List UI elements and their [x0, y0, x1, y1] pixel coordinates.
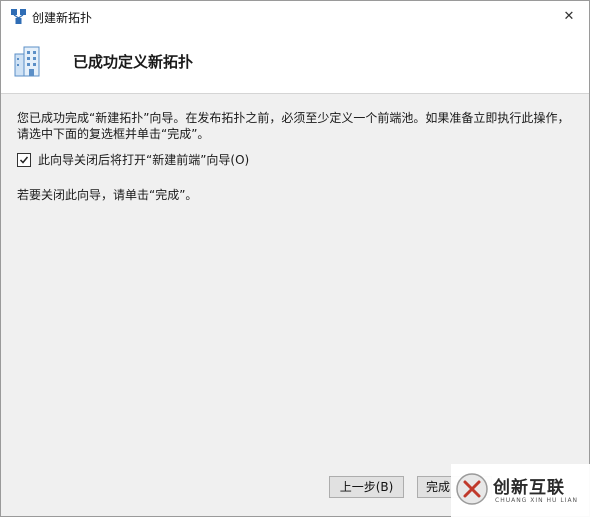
brand-subtitle: CHUANG XIN HU LIAN: [495, 497, 579, 504]
page-title: 已成功定义新拓扑: [73, 53, 194, 71]
brand-logo-icon: [456, 473, 488, 505]
watermark: 创新互联 CHUANG XIN HU LIAN: [451, 464, 590, 517]
checkbox-label: 此向导关闭后将打开“新建前端”向导(O): [38, 153, 250, 167]
wizard-window: 创建新拓扑 ✕ 已成功定义新拓扑 您已成功完成“新建拓扑”向导。在发布拓扑之前，…: [0, 0, 590, 517]
brand-name: 创新互联: [493, 478, 565, 498]
back-button[interactable]: 上一步(B): [329, 476, 404, 498]
building-icon: [14, 46, 40, 77]
description-text: 您已成功完成“新建拓扑”向导。在发布拓扑之前，必须至少定义一个前端池。如果准备立…: [17, 111, 570, 141]
close-icon: ✕: [563, 8, 575, 24]
wizard-content: 您已成功完成“新建拓扑”向导。在发布拓扑之前，必须至少定义一个前端池。如果准备立…: [1, 94, 589, 464]
open-frontend-wizard-option[interactable]: 此向导关闭后将打开“新建前端”向导(O): [17, 151, 249, 168]
checkmark-icon: [19, 156, 29, 164]
open-frontend-wizard-checkbox[interactable]: [17, 152, 31, 167]
window-title: 创建新拓扑: [32, 11, 93, 25]
close-button[interactable]: ✕: [555, 4, 583, 28]
topology-app-icon: [11, 9, 26, 24]
finish-instruction: 若要关闭此向导，请单击“完成”。: [17, 188, 198, 202]
wizard-header: 已成功定义新拓扑: [1, 31, 589, 94]
title-bar: 创建新拓扑 ✕: [1, 1, 589, 31]
